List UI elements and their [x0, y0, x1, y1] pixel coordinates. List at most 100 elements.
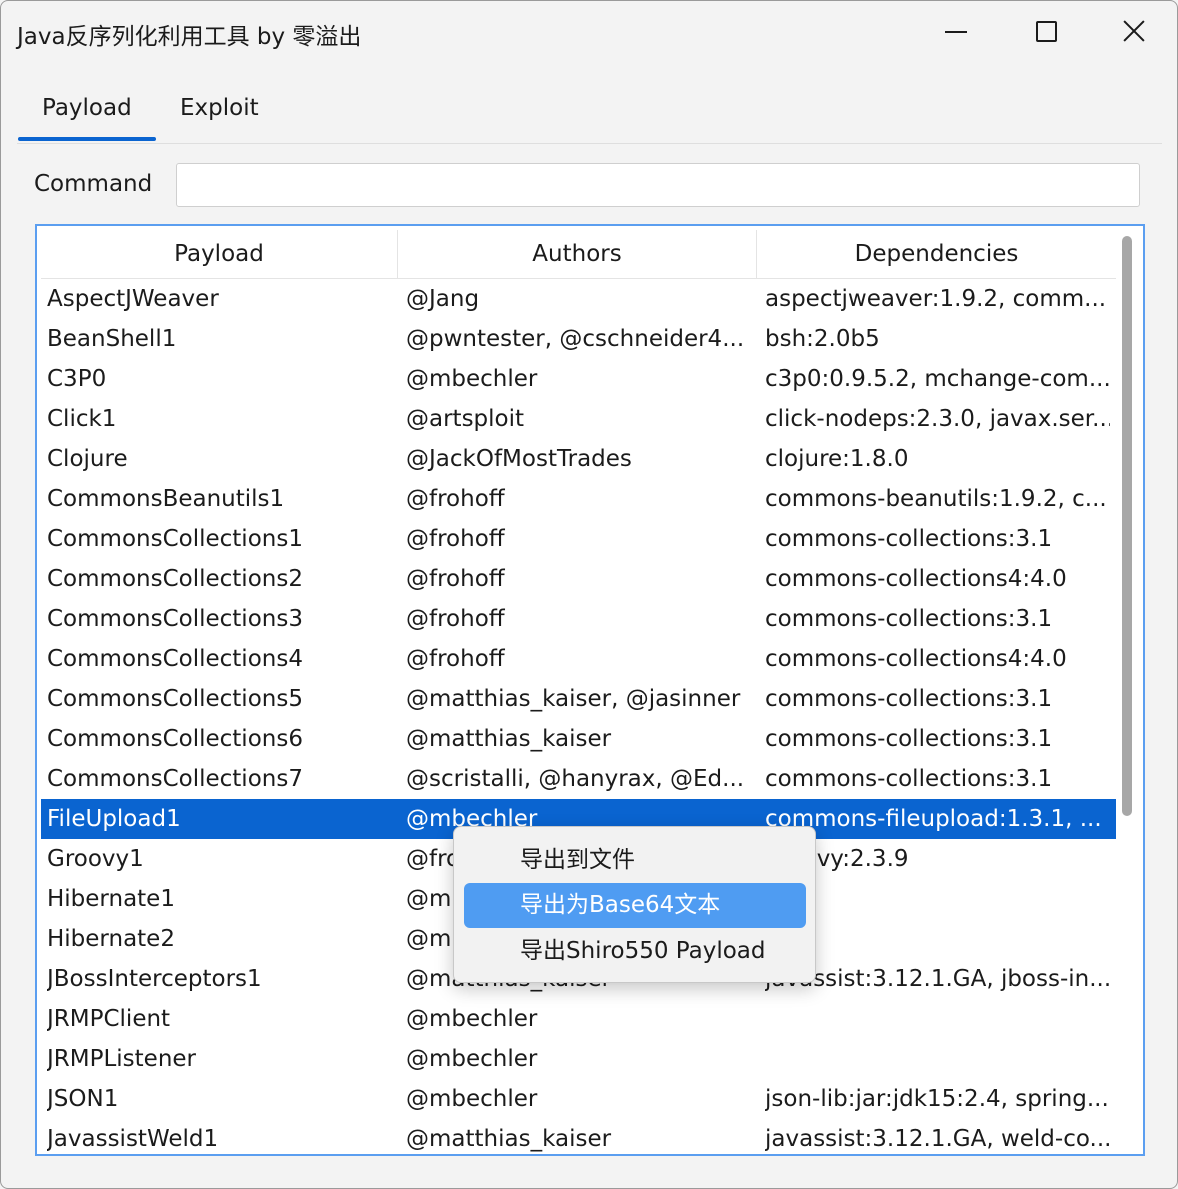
authors-cell: @mbechler — [406, 366, 538, 392]
menu-item-export-file[interactable]: 导出到文件 — [464, 838, 806, 883]
payload-cell: JBossInterceptors1 — [47, 966, 262, 992]
payload-cell: Click1 — [47, 406, 117, 432]
table-row[interactable]: Click1 @artsploit click-nodeps:2.3.0, java… — [41, 399, 1116, 439]
dependencies-cell: commons-collections:3.1 — [765, 766, 1053, 792]
authors-cell: @mbechler — [406, 1086, 538, 1112]
dependencies-cell: click-nodeps:2.3.0, javax.ser... — [765, 406, 1110, 432]
table-row[interactable]: JSON1 @mbechler json-lib:jar:jdk15:2.4, sp… — [41, 1079, 1116, 1119]
dependencies-cell: commons-collections4:4.0 — [765, 646, 1067, 672]
dependencies-cell: javassist:3.12.1.GA, jboss-in... — [765, 966, 1110, 992]
authors-cell: @matthias_kaiser — [406, 1126, 612, 1152]
window-title: Java反序列化利用工具 by 零溢出 — [17, 24, 362, 50]
authors-cell: @matthias_kaiser, @jasinner — [406, 686, 741, 712]
column-header-dependencies[interactable]: Dependencies — [757, 230, 1116, 278]
payload-cell: CommonsCollections1 — [47, 526, 303, 552]
payload-cell: CommonsCollections4 — [47, 646, 303, 672]
app-window: Java反序列化利用工具 by 零溢出 Payload Exploit Comm… — [0, 0, 1178, 1189]
dependencies-cell: aspectjweaver:1.9.2, comm... — [765, 286, 1107, 312]
tab-payload[interactable]: Payload — [42, 95, 132, 121]
authors-cell: @Jang — [406, 286, 480, 312]
table-header: Payload Authors Dependencies — [41, 230, 1116, 279]
menu-item-export-shiro550[interactable]: 导出Shiro550 Payload — [464, 929, 806, 974]
close-button[interactable] — [1111, 11, 1157, 53]
authors-cell: @scristalli, @hanyrax, @Ed... — [406, 766, 745, 792]
column-header-payload[interactable]: Payload — [41, 230, 398, 278]
command-input[interactable] — [176, 163, 1140, 207]
payload-cell: Hibernate1 — [47, 886, 175, 912]
dependencies-cell: bsh:2.0b5 — [765, 326, 880, 352]
payload-cell: FileUpload1 — [47, 806, 181, 832]
authors-cell: @frohoff — [406, 646, 505, 672]
authors-cell: @artsploit — [406, 406, 525, 432]
maximize-button[interactable] — [1023, 11, 1069, 53]
command-label: Command — [34, 171, 153, 197]
title-bar: Java反序列化利用工具 by 零溢出 — [1, 1, 1177, 63]
table-row[interactable]: AspectJWeaver @Jang aspectjweaver:1.9.2, c… — [41, 279, 1116, 319]
payload-cell: CommonsCollections3 — [47, 606, 303, 632]
dependencies-cell: commons-collections:3.1 — [765, 726, 1053, 752]
payload-cell: JRMPClient — [47, 1006, 171, 1032]
table-row[interactable]: JRMPListener @mbechler — [41, 1039, 1116, 1079]
dependencies-cell — [765, 1039, 1110, 1079]
authors-cell: @mbechler — [406, 1006, 538, 1032]
dependencies-cell: clojure:1.8.0 — [765, 446, 909, 472]
table-row[interactable]: CommonsCollections3 @frohoff commons-colle… — [41, 599, 1116, 639]
payload-cell: Clojure — [47, 446, 128, 472]
dependencies-cell: commons-collections:3.1 — [765, 526, 1053, 552]
dependencies-cell: commons-collections:3.1 — [765, 686, 1053, 712]
table-row[interactable]: CommonsCollections1 @frohoff commons-colle… — [41, 519, 1116, 559]
authors-cell: @frohoff — [406, 486, 505, 512]
menu-item-export-base64[interactable]: 导出为Base64文本 — [464, 883, 806, 928]
table-row[interactable]: CommonsCollections7 @scristalli, @hanyrax… — [41, 759, 1116, 799]
table-body: AspectJWeaver @Jang aspectjweaver:1.9.2, c… — [41, 279, 1116, 1154]
tab-exploit[interactable]: Exploit — [180, 95, 259, 121]
payload-cell: CommonsCollections5 — [47, 686, 303, 712]
payload-cell: AspectJWeaver — [47, 286, 219, 312]
authors-cell: @pwntester, @cschneider4... — [406, 326, 745, 352]
payload-cell: CommonsCollections7 — [47, 766, 303, 792]
table-row[interactable]: CommonsCollections5 @matthias_kaiser, @ja… — [41, 679, 1116, 719]
authors-cell: @frohoff — [406, 526, 505, 552]
payload-cell: JavassistWeld1 — [47, 1126, 219, 1152]
dependencies-cell: commons-beanutils:1.9.2, c... — [765, 486, 1107, 512]
payload-table: Payload Authors Dependencies AspectJWeav… — [35, 224, 1145, 1156]
payload-cell: CommonsBeanutils1 — [47, 486, 285, 512]
payload-cell: Hibernate2 — [47, 926, 175, 952]
payload-cell: JSON1 — [47, 1086, 119, 1112]
table-row[interactable]: C3P0 @mbechler c3p0:0.9.5.2, mchange-com..… — [41, 359, 1116, 399]
dependencies-cell — [765, 999, 1110, 1039]
table-row[interactable]: JavassistWeld1 @matthias_kaiser javassist:… — [41, 1119, 1116, 1154]
column-header-authors[interactable]: Authors — [398, 230, 757, 278]
context-menu: 导出到文件 导出为Base64文本 导出Shiro550 Payload — [453, 826, 816, 983]
table-row[interactable]: CommonsCollections6 @matthias_kaiser commo… — [41, 719, 1116, 759]
authors-cell: @JackOfMostTrades — [406, 446, 632, 472]
active-tab-indicator — [18, 137, 156, 141]
tab-bar: Payload Exploit — [17, 87, 1162, 144]
authors-cell: @mbechler — [406, 1046, 538, 1072]
table-row[interactable]: BeanShell1 @pwntester, @cschneider4... bsh… — [41, 319, 1116, 359]
authors-cell: @frohoff — [406, 606, 505, 632]
dependencies-cell — [765, 919, 1110, 959]
payload-cell: Groovy1 — [47, 846, 144, 872]
minimize-button[interactable] — [933, 11, 979, 53]
dependencies-cell — [765, 879, 1110, 919]
payload-cell: BeanShell1 — [47, 326, 177, 352]
vertical-scrollbar[interactable] — [1119, 232, 1135, 1152]
authors-cell: @matthias_kaiser — [406, 726, 612, 752]
table-row[interactable]: CommonsCollections4 @frohoff commons-colle… — [41, 639, 1116, 679]
dependencies-cell: javassist:3.12.1.GA, weld-co... — [765, 1126, 1110, 1152]
dependencies-cell: groovy:2.3.9 — [765, 846, 909, 872]
dependencies-cell: json-lib:jar:jdk15:2.4, spring... — [765, 1086, 1109, 1112]
table-row[interactable]: CommonsCollections2 @frohoff commons-colle… — [41, 559, 1116, 599]
table-row[interactable]: JRMPClient @mbechler — [41, 999, 1116, 1039]
table-row[interactable]: Clojure @JackOfMostTrades clojure:1.8.0 — [41, 439, 1116, 479]
table-row[interactable]: CommonsBeanutils1 @frohoff commons-beanuti… — [41, 479, 1116, 519]
dependencies-cell: commons-collections:3.1 — [765, 606, 1053, 632]
maximize-icon — [1036, 21, 1057, 42]
scrollbar-thumb[interactable] — [1122, 236, 1132, 816]
dependencies-cell: commons-collections4:4.0 — [765, 566, 1067, 592]
minimize-icon — [945, 31, 967, 33]
dependencies-cell: commons-fileupload:1.3.1, ... — [765, 806, 1102, 832]
payload-cell: C3P0 — [47, 366, 107, 392]
payload-cell: JRMPListener — [47, 1046, 197, 1072]
